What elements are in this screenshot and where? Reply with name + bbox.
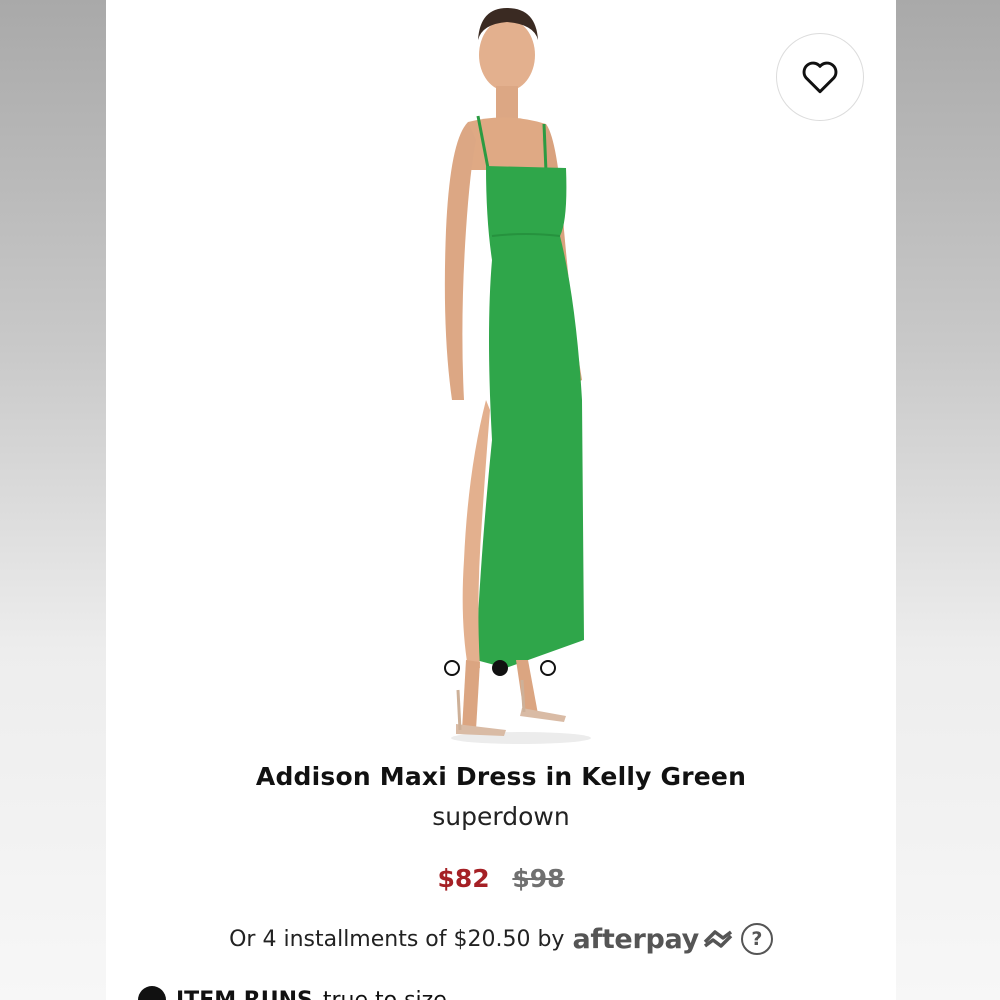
product-title: Addison Maxi Dress in Kelly Green [255, 762, 747, 791]
background-left-margin [0, 0, 106, 1000]
gallery-dot-active[interactable] [492, 660, 508, 676]
gallery-pagination [442, 660, 562, 676]
product-photo[interactable] [406, 0, 626, 748]
afterpay-arrows-icon [703, 930, 733, 948]
installments-row: Or 4 installments of $20.50 by afterpay … [106, 923, 896, 955]
gallery-dot[interactable] [444, 660, 460, 676]
original-price: $98 [512, 864, 565, 893]
product-brand[interactable]: superdown [106, 802, 896, 831]
gallery-dot[interactable] [540, 660, 556, 676]
size-fit-label: ITEM RUNS [176, 987, 313, 1000]
info-icon [138, 986, 166, 1000]
favorite-button[interactable] [776, 33, 864, 121]
product-card: Addison Maxi Dress in Kelly Green superd… [106, 0, 896, 1000]
sale-price: $82 [437, 864, 490, 893]
help-icon[interactable]: ? [740, 923, 773, 955]
installments-text: Or 4 installments of $20.50 by [229, 926, 565, 952]
size-fit-text: true to size [322, 987, 447, 1000]
afterpay-logo: afterpay [572, 923, 699, 955]
heart-outline-icon [802, 61, 838, 94]
background-right-margin [896, 0, 1000, 1000]
size-fit-note: ITEM RUNS true to size [138, 986, 447, 1000]
price-block: $82 $98 [106, 864, 896, 893]
